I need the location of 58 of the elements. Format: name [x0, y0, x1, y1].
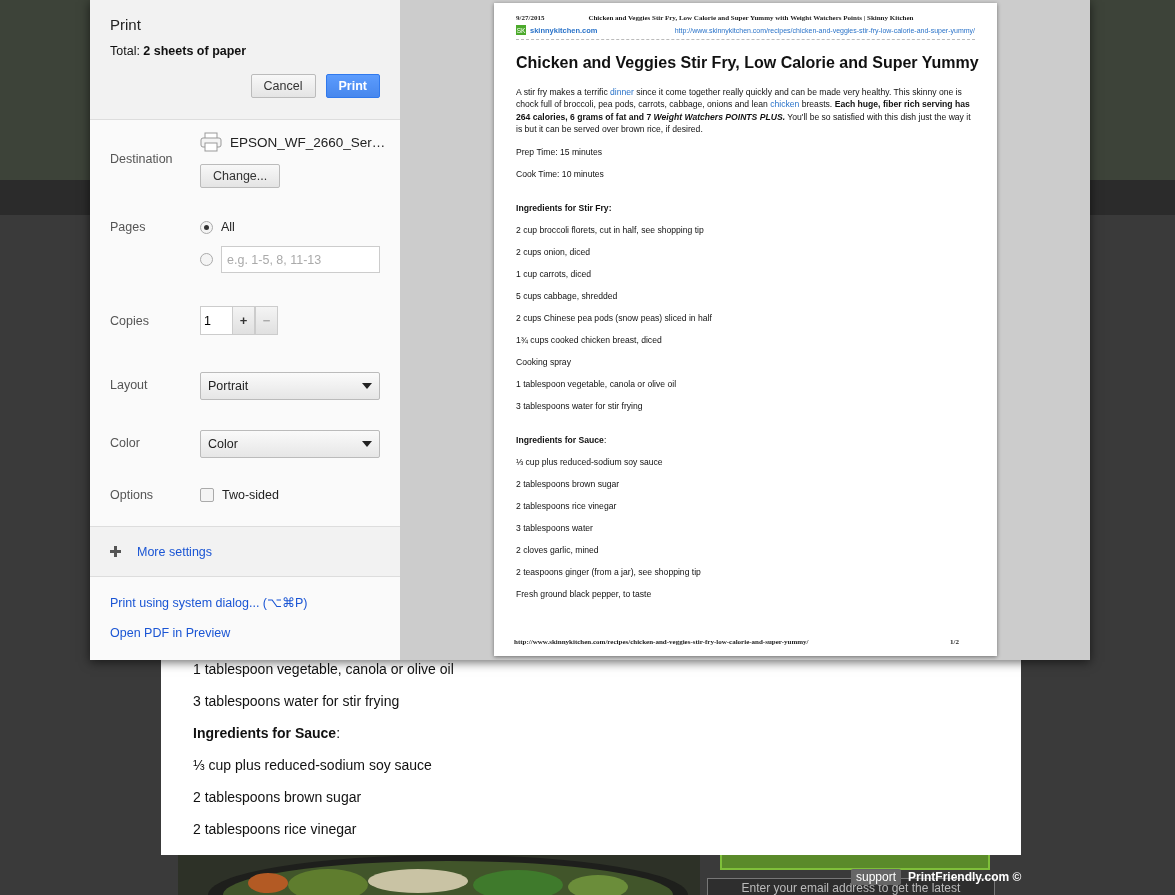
recipe-line: 2 cloves garlic, mined [516, 545, 600, 556]
setting-label: Copies [110, 314, 149, 328]
recipe-line: 1 tablespoon vegetable, canola or olive oil [516, 379, 678, 390]
setting-label: Layout [110, 378, 148, 392]
section-heading: Ingredients for Sauce: [516, 435, 608, 446]
ingredient-line: ⅓ cup plus reduced-sodium soy sauce [193, 757, 433, 773]
increment-button[interactable]: + [232, 306, 255, 335]
support-badge[interactable]: support [851, 869, 902, 885]
recipe-line: 1 cup carrots, diced [516, 269, 592, 280]
checkbox-label: Two-sided [222, 488, 279, 502]
recipe-line: Cook Time: 10 minutes [516, 169, 605, 180]
radio-button[interactable] [200, 253, 213, 266]
ingredient-line: 1 tablespoon vegetable, canola or olive oil [193, 661, 455, 677]
layout-select[interactable]: Portrait [200, 372, 380, 400]
radio-button[interactable] [200, 220, 213, 234]
recipe-line: 2 teaspoons ginger (from a jar), see shopping tip [516, 567, 702, 578]
recipe-line: 2 cups onion, diced [516, 247, 592, 258]
change-button[interactable]: Change... [200, 164, 281, 188]
printer-icon [200, 132, 222, 152]
setting-label: Options [110, 488, 154, 502]
copies-field[interactable]: 1 [200, 306, 232, 335]
recipe-line: 3 tablespoons water [516, 523, 594, 534]
caret-icon [362, 441, 372, 447]
open-pdf-link[interactable]: Open PDF in Preview [110, 626, 231, 640]
inline-link[interactable]: dinner [610, 87, 634, 97]
cancel-button[interactable]: Cancel [250, 74, 316, 98]
recipe-line: 1¾ cups cooked chicken breast, diced [516, 335, 663, 346]
recipe-line: 2 tablespoons rice vinegar [516, 501, 618, 512]
setting-label: Destination [110, 152, 173, 166]
recipe-line: 5 cups cabbage, shredded [516, 291, 619, 302]
section-heading: Ingredients for Stir Fry: [516, 203, 613, 214]
caret-icon [362, 383, 372, 389]
radio-label: All [221, 220, 235, 234]
color-select[interactable]: Color [200, 430, 380, 458]
recipe-line: 2 cups Chinese pea pods (snow peas) sliced in half [516, 313, 713, 324]
ingredient-line: 3 tablespoons water for stir frying [193, 693, 401, 709]
recipe-line: 2 cup broccoli florets, cut in half, see shopping tip [516, 225, 705, 236]
dialog-title: Print [110, 16, 141, 33]
plus-icon [110, 546, 121, 557]
recipe-line: 3 tablespoons water for stir frying [516, 401, 644, 412]
system-dialog-link[interactable]: Print using system dialog... (⌥⌘P) [110, 595, 308, 610]
setting-label: Pages [110, 220, 146, 234]
ingredient-line: 2 tablespoons rice vinegar [193, 821, 358, 837]
recipe-line: Fresh ground black pepper, to taste [516, 589, 653, 600]
printer-name: EPSON_WF_2660_Ser… [230, 134, 386, 150]
page-range-field[interactable]: e.g. 1-5, 8, 11-13 [221, 246, 380, 273]
total-sheets: Total: 2 sheets of paper [110, 44, 247, 58]
recipe-line: 2 tablespoons brown sugar [516, 479, 621, 490]
recipe-line: Cooking spray [516, 357, 572, 368]
more-settings-link[interactable]: More settings [137, 544, 213, 559]
recipe-line: ⅓ cup plus reduced-sodium soy sauce [516, 457, 664, 468]
section-heading: Ingredients for Sauce: [193, 725, 342, 741]
intro-paragraph: A stir fry makes a terrific dinner since it come together really quickly and can be made very healthy. This skinny one is chock full of broccoli, pea pods, carrots, cabbage, onions and lean chicken breasts. Each huge, fiber rich serving has 264 calories, 6 grams of fat and 7 Weight Watchers POINTS PLUS. You'll be so satisfied with this dish just the way it is but it can be served over brown rice, if desired. [516, 86, 972, 136]
ingredient-line: 2 tablespoons brown sugar [193, 789, 363, 805]
recipe-line: Prep Time: 15 minutes [516, 147, 603, 158]
setting-label: Color [110, 436, 140, 450]
inline-link[interactable]: chicken [770, 99, 800, 110]
checkbox[interactable] [200, 488, 214, 502]
